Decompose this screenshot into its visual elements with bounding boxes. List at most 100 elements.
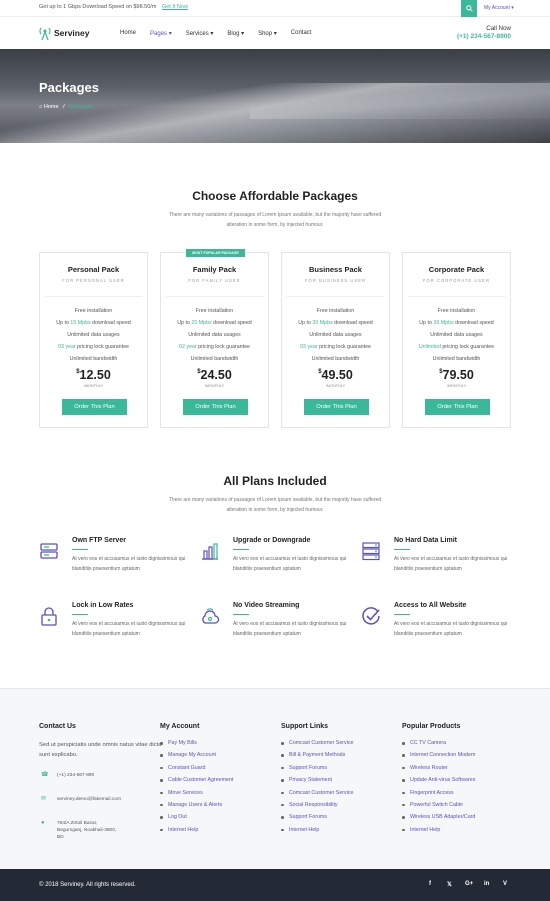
footer-product-link[interactable]: Wireless USB Adapter/Card <box>402 814 475 826</box>
nav-pages[interactable]: Pages ▾ <box>150 30 172 37</box>
price-period: /MONTHLY <box>325 384 346 388</box>
footer-support-link[interactable]: Social Responsibility <box>281 802 353 814</box>
navbar: Serviney Home Pages ▾ Services ▾ Blog ▾ … <box>0 17 550 49</box>
bar-chart-icon <box>202 543 218 560</box>
footer-product-link[interactable]: Internet Help <box>402 827 475 839</box>
footer-account-link[interactable]: Move Services <box>160 790 233 802</box>
feature-underline <box>72 549 88 550</box>
twitter-icon[interactable]: 𝕏 <box>447 881 452 888</box>
vimeo-icon[interactable]: V <box>503 881 507 887</box>
order-plan-button[interactable]: Order This Plan <box>304 399 369 415</box>
database-icon <box>362 542 380 561</box>
feature-underline <box>233 549 249 550</box>
feature-installation: Free installation <box>316 308 355 314</box>
feature-description: At vero eos et accusamus et iusto dignis… <box>394 621 508 637</box>
pricing-card: Personal Pack FOR PERSONAL USER Free insta… <box>39 252 148 428</box>
speed-value: 25 Mpbs <box>191 320 212 326</box>
lock-suffix: pricing lock guarantee <box>196 344 250 350</box>
call-number[interactable]: (+1) 234-567-8900 <box>457 33 511 40</box>
footer-product-link[interactable]: Powerful Switch Cable <box>402 802 475 814</box>
footer-product-link[interactable]: Fingerprint Access <box>402 790 475 802</box>
speed-suffix: download speed <box>211 320 252 326</box>
bottom-bar: © 2018 Serviney. All rights reserved. f … <box>0 869 550 901</box>
nav-home[interactable]: Home <box>120 30 136 37</box>
footer-support-link[interactable]: Internet Help <box>281 827 353 839</box>
facebook-icon[interactable]: f <box>429 881 431 887</box>
price-period: /MONTHLY <box>446 384 467 388</box>
nav-services[interactable]: Services ▾ <box>186 30 214 37</box>
breadcrumb-home[interactable]: Home <box>44 104 59 110</box>
email-text[interactable]: serviney.demo@fakemail.com <box>57 797 121 802</box>
contact-email: ✉ serviney.demo@fakemail.com <box>39 796 169 814</box>
footer-account-link[interactable]: Internet Help <box>160 827 233 839</box>
package-price: $24.50 <box>161 368 268 382</box>
nav-shop[interactable]: Shop ▾ <box>258 30 277 37</box>
footer-support-link[interactable]: Support Forums <box>281 814 353 826</box>
footer-account-link[interactable]: Manage Users & Alerts <box>160 802 233 814</box>
feature-lock: 03 year pricing lock guarantee <box>40 344 147 350</box>
check-circle-icon <box>362 607 380 625</box>
speed-prefix: Up to <box>298 320 313 326</box>
feature-data: Unlimited data usages <box>430 332 483 338</box>
linkedin-icon[interactable]: in <box>484 881 489 887</box>
footer-account-link[interactable]: Manage My Account <box>160 752 233 764</box>
feature-installation: Free installation <box>437 308 476 314</box>
footer-about: Sed ut perspiciatis unde omnis natus vit… <box>39 742 162 758</box>
feature-description: At vero eos et accusamus et iusto dignis… <box>233 556 347 572</box>
promo-link[interactable]: Get It Now <box>162 4 188 10</box>
package-price: $79.50 <box>403 368 510 382</box>
google-plus-icon[interactable]: G+ <box>465 881 473 887</box>
search-button[interactable] <box>461 0 477 17</box>
footer-account-link[interactable]: Log Out <box>160 814 233 826</box>
footer-support-link[interactable]: Bill & Payment Methods <box>281 752 353 764</box>
speed-suffix: download speed <box>453 320 494 326</box>
logo[interactable]: Serviney <box>39 25 89 41</box>
footer-account-link[interactable]: Cable Customer Agreement <box>160 777 233 789</box>
phone-icon: ☎ <box>41 772 49 778</box>
nav-contact[interactable]: Contact <box>291 30 312 37</box>
logo-text: Serviney <box>54 28 90 38</box>
lock-value: 02 year <box>179 344 197 350</box>
mail-icon: ✉ <box>41 796 47 802</box>
order-plan-button[interactable]: Order This Plan <box>62 399 127 415</box>
footer-product-link[interactable]: Wireless Router <box>402 765 475 777</box>
wifi-tower-icon <box>39 27 51 41</box>
package-name: Family Pack <box>192 265 237 274</box>
order-plan-button[interactable]: Order This Plan <box>425 399 490 415</box>
price-period: /MONTHLY <box>204 384 225 388</box>
feature-bandwidth: Unlimited bandwidth <box>190 356 239 362</box>
map-pin-icon: ● <box>41 820 45 826</box>
home-icon: ⌂ <box>39 104 43 110</box>
divider <box>166 296 263 297</box>
footer-account-link[interactable]: Pay My Bills <box>160 740 233 752</box>
footer-support: Support Links Comcast Customer Service Bi… <box>281 723 353 839</box>
footer-support-link[interactable]: Comcast Customer Service <box>281 790 353 802</box>
footer-support-link[interactable]: Comcast Customer Service <box>281 740 353 752</box>
cloud-wifi-icon <box>202 608 220 624</box>
price-value: 79.50 <box>442 368 474 382</box>
top-bar: Get up to 1 Gbps Download Speed on $98.5… <box>0 0 550 17</box>
footer-product-link[interactable]: CC TV Camera <box>402 740 475 752</box>
footer-product-link[interactable]: Update Anti-virus Softwares <box>402 777 475 789</box>
feature-title: No Video Streaming <box>233 602 300 609</box>
order-plan-button[interactable]: Order This Plan <box>183 399 248 415</box>
lock-icon <box>41 607 57 626</box>
popular-badge: MOST POPULAR PACKAGE <box>186 249 245 257</box>
currency: $ <box>318 369 322 375</box>
footer-support-link[interactable]: Privacy Statement <box>281 777 353 789</box>
feature-bandwidth: Unlimited bandwidth <box>432 356 481 362</box>
speed-value: 39 Mpbs <box>433 320 454 326</box>
footer-support-link[interactable]: Support Forums <box>281 765 353 777</box>
speed-suffix: download speed <box>332 320 373 326</box>
footer-product-link[interactable]: Internet Connection Modem <box>402 752 475 764</box>
speed-value: 30 Mpbs <box>312 320 333 326</box>
my-account-dropdown[interactable]: My Account ▾ <box>484 5 514 11</box>
feature-bandwidth: Unlimited bandwidth <box>311 356 360 362</box>
feature-description: At vero eos et accusamus et iusto dignis… <box>72 621 186 637</box>
nav-blog[interactable]: Blog ▾ <box>227 30 244 37</box>
pricing-card: Business Pack FOR BUSINESS USER Free insta… <box>281 252 390 428</box>
feature-speed: Up to 30 Mpbs download speed <box>282 320 389 326</box>
footer-account-link[interactable]: Constant Guard <box>160 765 233 777</box>
price-period: /MONTHLY <box>83 384 104 388</box>
main-nav: Home Pages ▾ Services ▾ Blog ▾ Shop ▾ Co… <box>120 30 325 37</box>
